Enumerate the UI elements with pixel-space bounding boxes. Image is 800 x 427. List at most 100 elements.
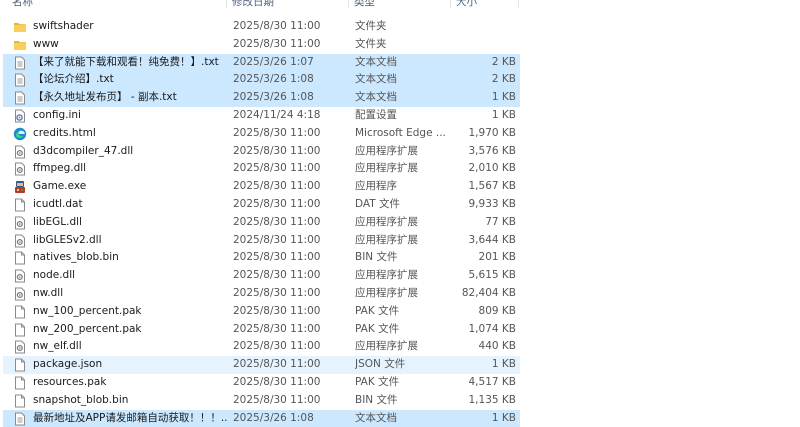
text-file-icon — [13, 73, 27, 87]
file-name: libGLESv2.dll — [33, 233, 102, 246]
dll-file-icon — [13, 216, 27, 230]
file-row[interactable]: libGLESv2.dll 2025/8/30 11:00 应用程序扩展 3,644 … — [3, 232, 520, 250]
file-row[interactable]: ffmpeg.dll 2025/8/30 11:00 应用程序扩展 2,010 KB — [3, 160, 520, 178]
file-type: 应用程序扩展 — [355, 340, 418, 353]
file-date: 2025/8/30 11:00 — [233, 215, 321, 228]
file-size: 82,404 KB — [461, 286, 516, 299]
file-name: Game.exe — [33, 180, 87, 193]
file-size: 77 KB — [485, 215, 516, 228]
file-row[interactable]: config.ini 2024/11/24 4:18 配置设置 1 KB — [3, 107, 520, 125]
file-name: nw_elf.dll — [33, 340, 82, 353]
file-date: 2025/8/30 11:00 — [233, 126, 321, 139]
blank-file-icon — [13, 305, 27, 319]
file-row[interactable]: 【永久地址发布页】 - 副本.txt 2025/3/26 1:08 文本文档 1 KB — [3, 89, 520, 107]
file-date: 2025/8/30 11:00 — [233, 358, 321, 371]
file-type: 文件夹 — [355, 20, 387, 32]
file-size: 1 KB — [491, 91, 516, 104]
file-size: 3,576 KB — [468, 144, 517, 157]
dll-file-icon — [13, 145, 27, 159]
file-name: nw.dll — [33, 286, 64, 299]
file-name: libEGL.dll — [33, 215, 82, 228]
file-type: 应用程序扩展 — [355, 269, 418, 282]
file-type: 应用程序扩展 — [355, 233, 418, 246]
file-row[interactable]: 【来了就能下载和观看！纯免费！】.txt 2025/3/26 1:07 文本文档 2 … — [3, 53, 520, 72]
column-divider[interactable] — [450, 0, 451, 8]
file-name: nw_100_percent.pak — [33, 304, 142, 317]
file-name: 最新地址及APP请发邮箱自动获取！！！.... — [33, 411, 228, 424]
file-row[interactable]: node.dll 2025/8/30 11:00 应用程序扩展 5,615 KB — [3, 267, 520, 285]
file-name: icudtl.dat — [33, 197, 83, 210]
file-size: 440 KB — [478, 340, 516, 353]
file-row[interactable]: 【论坛介绍】.txt 2025/3/26 1:08 文本文档 2 KB — [3, 71, 520, 90]
file-date: 2025/8/30 11:00 — [233, 233, 321, 246]
text-file-icon — [13, 56, 27, 70]
file-row[interactable]: libEGL.dll 2025/8/30 11:00 应用程序扩展 77 KB — [3, 214, 520, 232]
dll-file-icon — [13, 269, 27, 283]
file-type: 文本文档 — [355, 73, 397, 86]
file-row[interactable]: nw.dll 2025/8/30 11:00 应用程序扩展 82,404 KB — [3, 285, 520, 303]
file-type: 应用程序扩展 — [355, 144, 418, 157]
file-row[interactable]: resources.pak 2025/8/30 11:00 PAK 文件 4,517 … — [3, 374, 520, 392]
file-date: 2025/8/30 11:00 — [233, 286, 321, 299]
blank-file-icon — [13, 198, 27, 212]
file-type: DAT 文件 — [355, 197, 401, 210]
file-date: 2025/8/30 11:00 — [233, 197, 321, 210]
file-name: swiftshader — [33, 20, 94, 32]
folder-icon — [13, 20, 27, 34]
file-name: d3dcompiler_47.dll — [33, 144, 134, 157]
file-size: 2 KB — [491, 73, 516, 86]
file-date: 2025/8/30 11:00 — [233, 393, 321, 406]
file-row[interactable]: credits.html 2025/8/30 11:00 Microsoft Edg… — [3, 125, 520, 143]
file-date: 2024/11/24 4:18 — [233, 108, 321, 121]
file-row[interactable]: d3dcompiler_47.dll 2025/8/30 11:00 应用程序扩展 3… — [3, 143, 520, 161]
dll-file-icon — [13, 234, 27, 248]
file-size: 1 KB — [491, 411, 516, 424]
file-date: 2025/8/30 11:00 — [233, 340, 321, 353]
file-size: 1,074 KB — [468, 322, 517, 335]
file-row[interactable]: www 2025/8/30 11:00 文件夹 — [3, 36, 520, 54]
column-divider[interactable] — [226, 0, 227, 8]
file-date: 2025/3/26 1:08 — [233, 73, 314, 86]
file-name: natives_blob.bin — [33, 251, 119, 264]
file-type: Microsoft Edge ... — [355, 126, 446, 139]
column-divider[interactable] — [348, 0, 349, 8]
file-size: 809 KB — [478, 304, 516, 317]
file-row[interactable]: natives_blob.bin 2025/8/30 11:00 BIN 文件 201… — [3, 249, 520, 267]
file-row[interactable]: nw_elf.dll 2025/8/30 11:00 应用程序扩展 440 KB — [3, 338, 520, 356]
game-exe-icon — [13, 180, 27, 194]
file-name: config.ini — [33, 108, 81, 121]
file-row[interactable]: snapshot_blob.bin 2025/8/30 11:00 BIN 文件 1,… — [3, 392, 520, 410]
file-row[interactable]: package.json 2025/8/30 11:00 JSON 文件 1 KB — [3, 356, 520, 374]
file-date: 2025/3/26 1:08 — [233, 91, 314, 104]
file-row[interactable]: icudtl.dat 2025/8/30 11:00 DAT 文件 9,933 KB — [3, 196, 520, 214]
column-date[interactable]: 修改日期 — [232, 0, 274, 9]
column-type[interactable]: 类型 — [354, 0, 375, 9]
column-header: 名称 修改日期 类型 大小 — [0, 0, 520, 8]
column-name[interactable]: 名称 — [12, 0, 33, 9]
file-type: 配置设置 — [355, 108, 397, 121]
file-date: 2025/8/30 11:00 — [233, 162, 321, 175]
file-name: ffmpeg.dll — [33, 162, 87, 175]
file-type: PAK 文件 — [355, 322, 400, 335]
file-date: 2025/3/26 1:07 — [233, 55, 314, 68]
column-size[interactable]: 大小 — [456, 0, 477, 9]
file-type: 应用程序扩展 — [355, 215, 418, 228]
file-row[interactable]: swiftshader 2025/8/30 11:00 文件夹 — [3, 18, 520, 36]
dll-file-icon — [13, 340, 27, 354]
blank-file-icon — [13, 251, 27, 265]
file-row[interactable]: nw_100_percent.pak 2025/8/30 11:00 PAK 文件 8… — [3, 303, 520, 321]
file-row[interactable]: 最新地址及APP请发邮箱自动获取！！！.... 2025/3/26 1:08 文本文… — [3, 409, 520, 427]
file-type: 文本文档 — [355, 411, 397, 424]
text-file-icon — [13, 412, 27, 426]
file-date: 2025/8/30 11:00 — [233, 20, 321, 32]
file-name: 【永久地址发布页】 - 副本.txt — [33, 91, 177, 104]
file-type: JSON 文件 — [355, 358, 406, 371]
column-divider[interactable] — [518, 0, 519, 8]
file-size: 2 KB — [491, 55, 516, 68]
file-row[interactable]: nw_200_percent.pak 2025/8/30 11:00 PAK 文件 1… — [3, 321, 520, 339]
file-row[interactable]: Game.exe 2025/8/30 11:00 应用程序 1,567 KB — [3, 178, 520, 196]
edge-icon — [13, 127, 27, 141]
file-type: 文本文档 — [355, 55, 397, 68]
file-name: 【来了就能下载和观看！纯免费！】.txt — [33, 55, 219, 68]
blank-file-icon — [13, 358, 27, 372]
